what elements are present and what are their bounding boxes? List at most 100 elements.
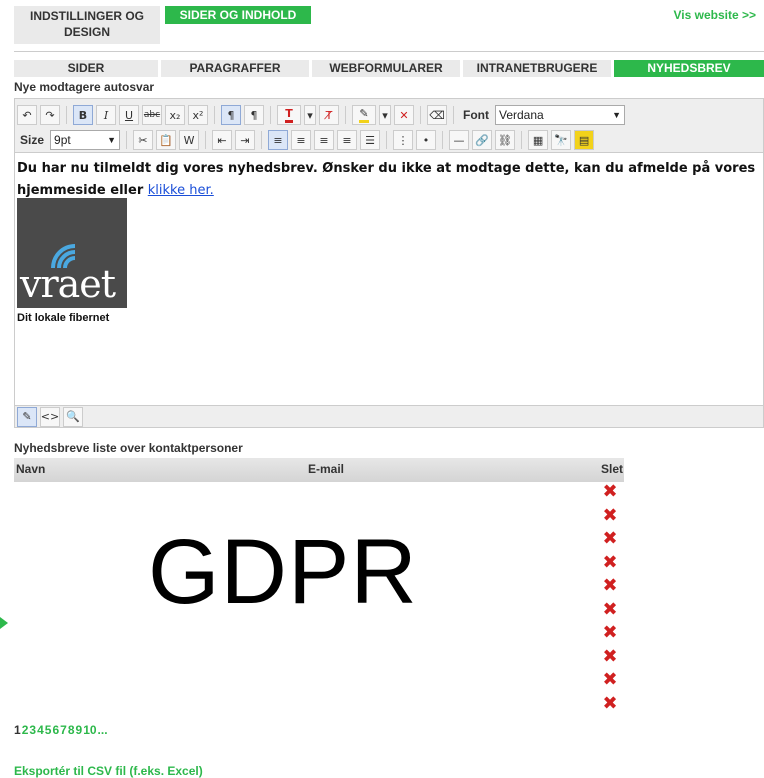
toolbar-separator [420, 106, 421, 124]
size-label: Size [20, 133, 45, 147]
text-color-dropdown-icon[interactable]: ▾ [304, 105, 316, 125]
editor-content[interactable]: Du har nu tilmeldt dig vores nyhedsbrev.… [15, 154, 763, 238]
rich-text-editor: ↶ ↷ B I U abc x₂ x² ¶ ¶ T ▾ T̸ ✎ ▾ ✕ ⌫ F… [14, 98, 764, 428]
gdpr-redaction: GDPR [148, 521, 418, 623]
intro-text: Du har nu tilmeldt dig vores nyhedsbrev.… [17, 161, 756, 198]
table-header: Navn E-mail Slet [14, 458, 624, 482]
preview-mode-icon[interactable]: 🔍 [63, 406, 83, 427]
font-label: Font [463, 108, 489, 122]
delete-icon[interactable]: ✖ [598, 600, 622, 618]
redo-icon[interactable]: ↷ [40, 105, 60, 125]
delete-icon[interactable]: ✖ [598, 506, 622, 524]
highlight-color-icon[interactable]: ✎ [352, 105, 376, 125]
intro-paragraph: Du har nu tilmeldt dig vores nyhedsbrev.… [17, 158, 761, 202]
tab-pages-content[interactable]: SIDER OG INDHOLD [165, 6, 311, 24]
page-link[interactable]: 9 [76, 723, 83, 737]
chevron-down-icon: ▼ [612, 110, 621, 120]
page-link[interactable]: 1 [14, 723, 21, 737]
design-mode-icon[interactable]: ✎ [17, 406, 37, 427]
toolbar-row-2: Size 9pt ▼ ✂ 📋 W ⇤ ⇥ ≡ ≡ ≡ ≡ ☰ ⋮ • — 🔗 ⛓ [17, 129, 595, 151]
logo-text: vraet [20, 262, 116, 306]
paste-word-icon[interactable]: W [179, 130, 200, 150]
toolbar-separator [521, 131, 523, 149]
table-icon[interactable]: ▦ [528, 130, 549, 150]
toolbar-row-1: ↶ ↷ B I U abc x₂ x² ¶ ¶ T ▾ T̸ ✎ ▾ ✕ ⌫ F… [17, 104, 625, 126]
remove-link-icon[interactable]: ⛓ [495, 130, 516, 150]
subtab-intranetbrugere[interactable]: INTRANETBRUGERE [463, 60, 611, 77]
delete-icon[interactable]: ✖ [598, 483, 622, 501]
ordered-list-icon[interactable]: ⋮ [393, 130, 414, 150]
divider [14, 51, 764, 52]
image-icon[interactable]: ▤ [574, 130, 595, 150]
chevron-down-icon: ▼ [107, 135, 117, 145]
superscript-icon[interactable]: x² [188, 105, 208, 125]
indent-icon[interactable]: ⇥ [235, 130, 256, 150]
subtab-paragraffer[interactable]: PARAGRAFFER [161, 60, 309, 77]
page-link[interactable]: 8 [68, 723, 75, 737]
export-csv-link[interactable]: Eksportér til CSV fil (f.eks. Excel) [14, 764, 203, 778]
toolbar-separator [386, 131, 388, 149]
sub-navigation: SIDER PARAGRAFFER WEBFORMULARER INTRANET… [14, 60, 764, 77]
toolbar-separator [126, 131, 128, 149]
toolbar-separator [270, 106, 271, 124]
cut-icon[interactable]: ✂ [133, 130, 154, 150]
subtab-nyhedsbrev[interactable]: NYHEDSBREV [614, 60, 764, 77]
subtab-webformularer[interactable]: WEBFORMULARER [312, 60, 460, 77]
strikethrough-icon[interactable]: abc [142, 105, 162, 125]
page-link[interactable]: 7 [60, 723, 67, 737]
delete-icon[interactable]: ✖ [598, 577, 622, 595]
font-select[interactable]: Verdana ▼ [495, 105, 625, 125]
delete-icon[interactable]: ✖ [598, 530, 622, 548]
remove-highlight-icon[interactable]: ✕ [394, 105, 414, 125]
subtab-sider[interactable]: SIDER [14, 60, 158, 77]
text-color-icon[interactable]: T [277, 105, 301, 125]
page-link[interactable]: 10 [83, 723, 96, 737]
page-link[interactable]: 5 [45, 723, 52, 737]
horizontal-rule-icon[interactable]: — [449, 130, 470, 150]
delete-icon[interactable]: ✖ [598, 694, 622, 712]
tab-design-label: INDSTILLINGER OG DESIGN [30, 9, 144, 39]
html-mode-icon[interactable]: <> [40, 406, 60, 427]
italic-icon[interactable]: I [96, 105, 116, 125]
company-logo: vraet [17, 198, 127, 308]
subscript-icon[interactable]: x₂ [165, 105, 185, 125]
paste-icon[interactable]: 📋 [156, 130, 177, 150]
undo-icon[interactable]: ↶ [17, 105, 37, 125]
tab-design-settings[interactable]: INDSTILLINGER OG DESIGN [14, 6, 160, 44]
outdent-icon[interactable]: ⇤ [212, 130, 233, 150]
delete-icon[interactable]: ✖ [598, 671, 622, 689]
delete-icon[interactable]: ✖ [598, 647, 622, 665]
page-link[interactable]: 4 [37, 723, 44, 737]
remove-text-color-icon[interactable]: T̸ [319, 105, 339, 125]
rtl-direction-icon[interactable]: ¶ [244, 105, 264, 125]
page-link[interactable]: 6 [52, 723, 59, 737]
delete-column: ✖ ✖ ✖ ✖ ✖ ✖ ✖ ✖ ✖ ✖ [598, 483, 622, 719]
bold-icon[interactable]: B [73, 105, 93, 125]
align-center-icon[interactable]: ≡ [291, 130, 312, 150]
underline-icon[interactable]: U [119, 105, 139, 125]
align-left-icon[interactable]: ≡ [268, 130, 289, 150]
size-select[interactable]: 9pt ▼ [50, 130, 121, 150]
align-justify-icon[interactable]: ≡ [337, 130, 358, 150]
delete-icon[interactable]: ✖ [598, 553, 622, 571]
tab-pages-label: SIDER OG INDHOLD [179, 8, 297, 22]
ltr-direction-icon[interactable]: ¶ [221, 105, 241, 125]
insert-link-icon[interactable]: 🔗 [472, 130, 493, 150]
align-right-icon[interactable]: ≡ [314, 130, 335, 150]
unordered-list-icon[interactable]: • [416, 130, 437, 150]
toolbar-separator [261, 131, 263, 149]
align-full-icon[interactable]: ☰ [360, 130, 381, 150]
column-header-email: E-mail [308, 462, 345, 476]
page-link[interactable]: ... [98, 723, 108, 737]
toolbar-separator [214, 106, 215, 124]
toolbar-separator [453, 106, 454, 124]
delete-icon[interactable]: ✖ [598, 624, 622, 642]
column-header-delete: Slet [601, 462, 624, 476]
page-link[interactable]: 3 [29, 723, 36, 737]
page-link[interactable]: 2 [22, 723, 29, 737]
view-website-link[interactable]: Vis website >> [674, 8, 757, 22]
find-icon[interactable]: 🔭 [551, 130, 572, 150]
highlight-dropdown-icon[interactable]: ▾ [379, 105, 391, 125]
eraser-icon[interactable]: ⌫ [427, 105, 447, 125]
unsubscribe-link[interactable]: klikke her. [148, 183, 214, 198]
